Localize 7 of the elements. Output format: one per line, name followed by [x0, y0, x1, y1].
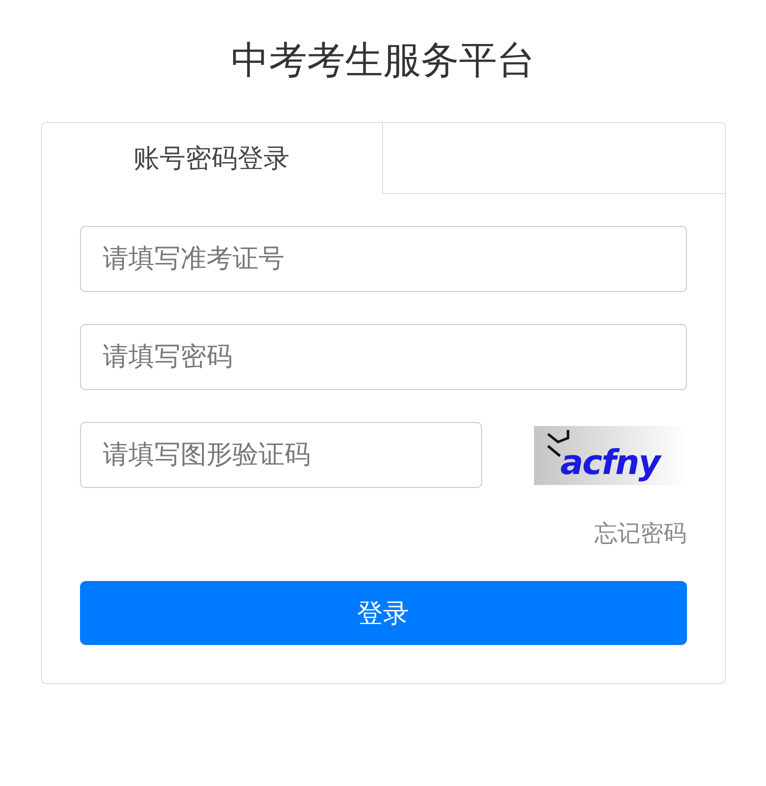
- password-field[interactable]: 请填写密码: [80, 324, 686, 390]
- input-field[interactable]: 请填写准考证号: [80, 226, 686, 292]
- captcha-text: acfny: [560, 442, 660, 485]
- page-title: 中考考生服务平台: [231, 37, 535, 84]
- login-button[interactable]: 登录: [80, 581, 686, 645]
- forgot-password-link[interactable]: 忘记密码: [594, 518, 686, 549]
- captcha-field[interactable]: 请填写图形验证码: [80, 422, 482, 488]
